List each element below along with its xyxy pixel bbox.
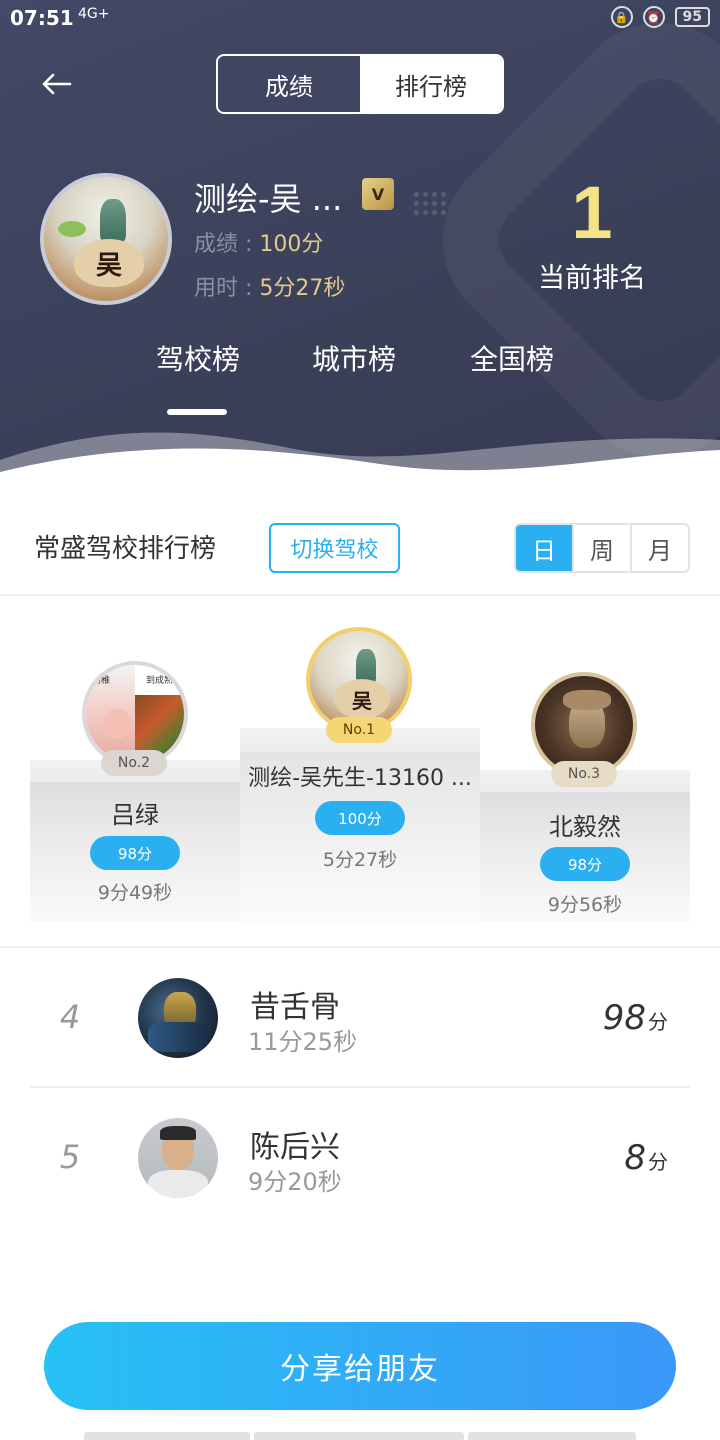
score-value: 100分 bbox=[259, 232, 324, 257]
list-divider bbox=[30, 1086, 690, 1088]
vip-icon: V bbox=[362, 178, 394, 210]
tab-school-board[interactable]: 驾校榜 bbox=[120, 338, 276, 382]
third-place-score: 98分 bbox=[540, 847, 630, 881]
period-day[interactable]: 日 bbox=[516, 525, 572, 571]
list-score-value: 8 bbox=[624, 1138, 646, 1178]
bottom-nav-segment bbox=[84, 1432, 250, 1440]
list-name: 昔舌骨 bbox=[250, 990, 340, 1025]
first-place-name: 测绘-吴先生-13160 ... bbox=[248, 766, 472, 791]
time-colon: : bbox=[238, 276, 260, 301]
first-place-score: 100分 bbox=[315, 801, 405, 835]
header-wave bbox=[0, 432, 720, 490]
time-value: 5分27秒 bbox=[259, 276, 346, 301]
list-score: 98 分 bbox=[603, 998, 668, 1038]
second-place-badge: No.2 bbox=[101, 750, 167, 776]
second-avatar-caption-left: 幼稚 bbox=[92, 676, 111, 686]
second-place-score: 98分 bbox=[90, 836, 180, 870]
bottom-nav-segment bbox=[468, 1432, 636, 1440]
bottom-nav-segment bbox=[254, 1432, 464, 1440]
score-colon: : bbox=[238, 232, 260, 257]
current-rank-number: 1 bbox=[571, 171, 613, 254]
third-place-time: 9分56秒 bbox=[547, 894, 623, 916]
battery-icon: 95 bbox=[674, 7, 710, 27]
list-time: 9分20秒 bbox=[248, 1168, 342, 1196]
tab-leaderboard[interactable]: 排行榜 bbox=[360, 56, 502, 112]
user-avatar: 吴 bbox=[40, 173, 172, 305]
section-divider bbox=[0, 594, 720, 596]
time-label: 用时 bbox=[194, 276, 239, 301]
dots-decoration bbox=[412, 190, 446, 216]
switch-school-button[interactable]: 切换驾校 bbox=[269, 523, 400, 573]
status-bar: 07:51 4G+ 🔒 ⏰ 95 bbox=[0, 0, 720, 38]
list-score-value: 98 bbox=[602, 998, 646, 1038]
second-place-time: 9分49秒 bbox=[97, 882, 173, 904]
podium-divider bbox=[0, 946, 720, 948]
score-label: 成绩 bbox=[194, 232, 239, 257]
school-board-title: 常盛驾校排行榜 bbox=[34, 534, 217, 564]
user-name: 测绘-吴 ... bbox=[194, 180, 343, 218]
header-panel: 07:51 4G+ 🔒 ⏰ 95 成绩 排行榜 吴 测绘-吴 ... V 成绩 … bbox=[0, 0, 720, 490]
top-segment-control: 成绩 排行榜 bbox=[216, 54, 504, 114]
status-time: 07:51 bbox=[10, 6, 74, 30]
avatar-leaf bbox=[58, 221, 86, 237]
list-time: 11分25秒 bbox=[248, 1028, 358, 1056]
back-button[interactable] bbox=[36, 66, 76, 102]
first-avatar-char: 吴 bbox=[334, 679, 390, 719]
period-month[interactable]: 月 bbox=[630, 525, 688, 571]
list-score-unit: 分 bbox=[648, 1010, 668, 1034]
period-selector: 日 周 月 bbox=[514, 523, 690, 573]
list-avatar bbox=[138, 978, 218, 1058]
third-place-name: 北毅然 bbox=[549, 813, 621, 841]
list-name: 陈后兴 bbox=[250, 1130, 340, 1165]
lock-icon: 🔒 bbox=[610, 6, 633, 28]
period-week[interactable]: 周 bbox=[572, 525, 630, 571]
alarm-icon: ⏰ bbox=[642, 6, 665, 28]
share-button[interactable]: 分享给朋友 bbox=[44, 1322, 676, 1410]
list-rank: 5 bbox=[59, 1138, 81, 1176]
current-rank-label: 当前排名 bbox=[538, 263, 646, 294]
third-place-badge: No.3 bbox=[551, 761, 617, 787]
first-place-badge: No.1 bbox=[326, 717, 392, 743]
avatar-figure bbox=[100, 199, 126, 243]
list-score-unit: 分 bbox=[648, 1150, 668, 1174]
list-avatar bbox=[138, 1118, 218, 1198]
list-score: 8分 bbox=[624, 1138, 668, 1178]
status-icons: 🔒 ⏰ 95 bbox=[610, 6, 710, 28]
vip-badge-label: V bbox=[371, 184, 385, 204]
avatar-stone-char: 吴 bbox=[74, 239, 144, 287]
second-avatar-caption-right: 到成熟 bbox=[146, 676, 174, 686]
tab-score[interactable]: 成绩 bbox=[218, 56, 360, 112]
first-place-time: 5分27秒 bbox=[322, 849, 398, 871]
signal-icon: 4G+ bbox=[78, 6, 110, 22]
tab-national-board[interactable]: 全国榜 bbox=[434, 338, 590, 382]
list-rank: 4 bbox=[59, 998, 81, 1036]
tab-city-board[interactable]: 城市榜 bbox=[276, 338, 432, 382]
second-place-name: 吕绿 bbox=[111, 801, 159, 829]
board-tabs: 驾校榜 城市榜 全国榜 bbox=[130, 338, 590, 382]
score-line: 成绩 : 100分 bbox=[194, 226, 323, 258]
time-line: 用时 : 5分27秒 bbox=[194, 270, 345, 302]
back-arrow-icon bbox=[42, 73, 72, 95]
